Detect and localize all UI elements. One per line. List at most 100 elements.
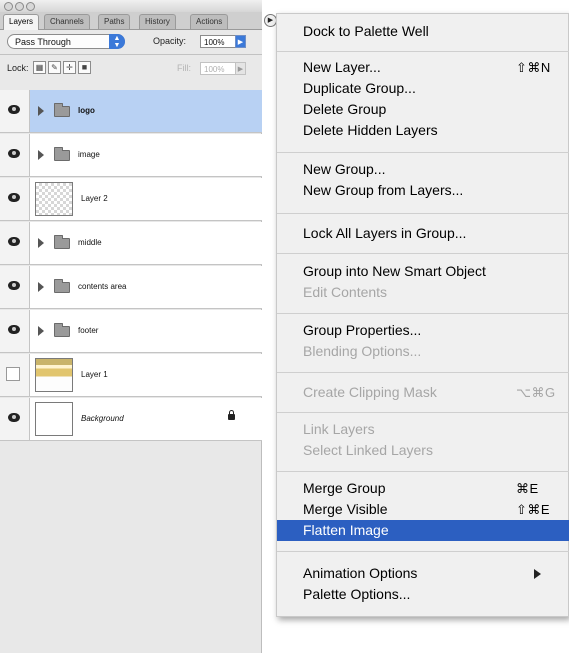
opacity-arrow-icon[interactable]: ▶ xyxy=(235,35,246,48)
opacity-field[interactable]: 100% xyxy=(200,35,236,48)
layers-palette: Layers Channels Paths History Actions Pa… xyxy=(0,0,262,653)
layer-name: middle xyxy=(78,238,102,247)
menu-item-edit-contents[interactable]: Edit Contents xyxy=(277,282,569,303)
menu-item-label: Create Clipping Mask xyxy=(303,384,437,400)
folder-icon xyxy=(54,323,70,337)
menu-item-lock-all-layers-in-group[interactable]: Lock All Layers in Group... xyxy=(277,223,569,244)
tab-actions[interactable]: Actions xyxy=(190,14,229,29)
submenu-arrow-icon xyxy=(534,569,541,579)
palette-tabs: Layers Channels Paths History Actions xyxy=(0,12,262,30)
menu-item-animation-options[interactable]: Animation Options xyxy=(277,563,569,584)
layer-row-middle[interactable]: middle xyxy=(0,222,262,265)
layer-row-image[interactable]: image xyxy=(0,134,262,177)
visibility-toggle[interactable] xyxy=(0,310,30,352)
menu-item-new-group-from-layers[interactable]: New Group from Layers... xyxy=(277,180,569,201)
visibility-off-box xyxy=(6,367,20,381)
folder-icon xyxy=(54,103,70,117)
menu-item-dock-to-palette-well[interactable]: Dock to Palette Well xyxy=(277,21,569,42)
menu-item-label: Dock to Palette Well xyxy=(303,23,429,39)
tab-history[interactable]: History xyxy=(139,14,176,29)
layer-row-logo[interactable]: logo xyxy=(0,90,262,133)
eye-icon xyxy=(8,193,20,202)
eye-icon xyxy=(8,325,20,334)
expand-triangle-icon[interactable] xyxy=(38,238,44,248)
blend-mode-select[interactable]: Pass Through ▲ ▼ xyxy=(7,34,125,49)
menu-item-flatten-image[interactable]: Flatten Image xyxy=(277,520,569,541)
menu-separator xyxy=(277,551,569,552)
menu-item-shortcut: ⇧⌘E xyxy=(516,502,551,517)
menu-item-create-clipping-mask[interactable]: Create Clipping Mask ⌥⌘G xyxy=(277,382,569,403)
menu-item-palette-options[interactable]: Palette Options... xyxy=(277,584,569,605)
lock-all-icon[interactable]: ■ xyxy=(78,61,91,74)
menu-item-merge-group[interactable]: Merge Group ⌘E xyxy=(277,478,569,499)
menu-item-label: Duplicate Group... xyxy=(303,80,416,96)
menu-item-new-layer[interactable]: New Layer... ⇧⌘N xyxy=(277,57,569,78)
menu-item-label: Delete Hidden Layers xyxy=(303,122,438,138)
layer-name: image xyxy=(78,150,100,159)
folder-icon xyxy=(54,147,70,161)
expand-triangle-icon[interactable] xyxy=(38,282,44,292)
layer-row-layer-2[interactable]: Layer 2 xyxy=(0,178,262,221)
menu-item-duplicate-group[interactable]: Duplicate Group... xyxy=(277,78,569,99)
menu-item-group-into-new-smart-object[interactable]: Group into New Smart Object xyxy=(277,261,569,282)
menu-item-label: New Group... xyxy=(303,161,386,177)
menu-item-label: Merge Group xyxy=(303,480,386,496)
menu-item-delete-hidden-layers[interactable]: Delete Hidden Layers xyxy=(277,120,569,141)
menu-item-link-layers[interactable]: Link Layers xyxy=(277,419,569,440)
lock-position-move-icon[interactable]: ✛ xyxy=(63,61,76,74)
menu-item-select-linked-layers[interactable]: Select Linked Layers xyxy=(277,440,569,461)
layer-name: Layer 1 xyxy=(81,370,108,379)
visibility-toggle[interactable] xyxy=(0,90,30,132)
menu-item-shortcut: ⇧⌘N xyxy=(516,60,551,75)
folder-icon xyxy=(54,235,70,249)
minimize-window-icon[interactable] xyxy=(15,2,24,11)
menu-separator xyxy=(277,253,569,254)
fill-label: Fill: xyxy=(177,63,191,73)
zoom-window-icon[interactable] xyxy=(26,2,35,11)
menu-item-label: Group into New Smart Object xyxy=(303,263,486,279)
fill-field[interactable]: 100% xyxy=(200,62,236,75)
menu-separator xyxy=(277,313,569,314)
visibility-toggle[interactable] xyxy=(0,266,30,308)
menu-item-label: Delete Group xyxy=(303,101,387,117)
expand-triangle-icon[interactable] xyxy=(38,150,44,160)
layer-row-background[interactable]: Background xyxy=(0,398,262,441)
layer-thumbnail xyxy=(35,358,73,392)
layer-name: footer xyxy=(78,326,99,335)
layer-thumbnail xyxy=(35,182,73,216)
eye-icon xyxy=(8,105,20,114)
visibility-toggle[interactable] xyxy=(0,354,30,396)
layer-row-contents-area[interactable]: contents area xyxy=(0,266,262,309)
menu-separator xyxy=(277,152,569,153)
tab-channels[interactable]: Channels xyxy=(44,14,90,29)
select-arrows-icon: ▲ ▼ xyxy=(109,34,125,49)
layer-row-layer-1[interactable]: Layer 1 xyxy=(0,354,262,397)
folder-icon xyxy=(54,279,70,293)
expand-triangle-icon[interactable] xyxy=(38,106,44,116)
menu-item-new-group[interactable]: New Group... xyxy=(277,159,569,180)
visibility-toggle[interactable] xyxy=(0,178,30,220)
tab-layers[interactable]: Layers xyxy=(3,14,40,30)
fill-arrow-icon[interactable]: ▶ xyxy=(235,62,246,75)
lock-image-brush-icon[interactable]: ✎ xyxy=(48,61,61,74)
visibility-toggle[interactable] xyxy=(0,398,30,440)
layer-name: Background xyxy=(81,414,124,423)
menu-item-shortcut: ⌘E xyxy=(516,481,539,496)
menu-item-label: New Layer... xyxy=(303,59,381,75)
blend-mode-value: Pass Through xyxy=(15,37,71,47)
visibility-toggle[interactable] xyxy=(0,134,30,176)
menu-item-blending-options[interactable]: Blending Options... xyxy=(277,341,569,362)
layers-palette-menu: Dock to Palette Well New Layer... ⇧⌘N Du… xyxy=(276,13,569,617)
close-window-icon[interactable] xyxy=(4,2,13,11)
menu-item-delete-group[interactable]: Delete Group xyxy=(277,99,569,120)
expand-triangle-icon[interactable] xyxy=(38,326,44,336)
menu-item-group-properties[interactable]: Group Properties... xyxy=(277,320,569,341)
visibility-toggle[interactable] xyxy=(0,222,30,264)
menu-item-merge-visible[interactable]: Merge Visible ⇧⌘E xyxy=(277,499,569,520)
menu-item-label: Blending Options... xyxy=(303,343,422,359)
layer-row-footer[interactable]: footer xyxy=(0,310,262,353)
menu-separator xyxy=(277,471,569,472)
tab-paths[interactable]: Paths xyxy=(98,14,131,29)
menu-item-label: Animation Options xyxy=(303,565,418,581)
lock-transparency-icon[interactable]: ▦ xyxy=(33,61,46,74)
